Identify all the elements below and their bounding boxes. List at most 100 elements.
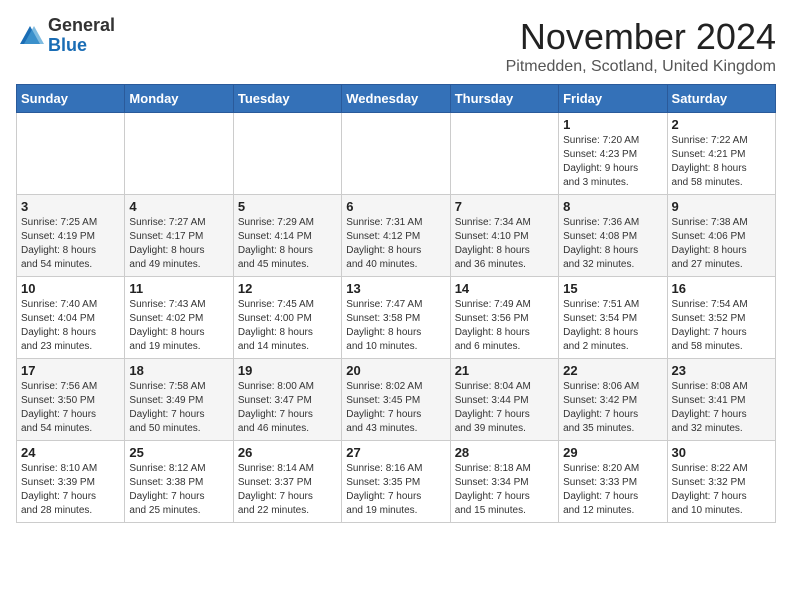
- day-number: 16: [672, 281, 771, 296]
- day-cell: 30 Sunrise: 8:22 AM Sunset: 3:32 PM Dayli…: [667, 441, 775, 523]
- week-row-3: 10Sunrise: 7:40 AM Sunset: 4:04 PM Dayli…: [17, 277, 776, 359]
- day-number: 8: [563, 199, 662, 214]
- day-number: 9: [672, 199, 771, 214]
- day-cell: 3Sunrise: 7:25 AM Sunset: 4:19 PM Daylig…: [17, 195, 125, 277]
- day-cell: 17 Sunrise: 7:56 AM Sunset: 3:50 PM Dayli…: [17, 359, 125, 441]
- header: General Blue November 2024 Pitmedden, Sc…: [16, 16, 776, 76]
- day-detail: Sunrise: 8:06 AM Sunset: 3:42 PM Dayligh…: [563, 380, 662, 436]
- day-cell: 6Sunrise: 7:31 AM Sunset: 4:12 PM Daylig…: [342, 195, 450, 277]
- day-number: 21: [455, 363, 554, 378]
- day-cell: 16 Sunrise: 7:54 AM Sunset: 3:52 PM Dayli…: [667, 277, 775, 359]
- day-number: 28: [455, 445, 554, 460]
- day-detail: Sunrise: 7:20 AM Sunset: 4:23 PM Dayligh…: [563, 134, 662, 190]
- logo-icon: [16, 22, 44, 50]
- day-detail: Sunrise: 7:56 AM Sunset: 3:50 PM Dayligh…: [21, 380, 120, 436]
- day-cell: 26Sunrise: 8:14 AM Sunset: 3:37 PM Dayli…: [233, 441, 341, 523]
- day-detail: Sunrise: 7:34 AM Sunset: 4:10 PM Dayligh…: [455, 216, 554, 272]
- header-cell-tuesday: Tuesday: [233, 85, 341, 113]
- day-number: 18: [129, 363, 228, 378]
- day-detail: Sunrise: 7:36 AM Sunset: 4:08 PM Dayligh…: [563, 216, 662, 272]
- day-number: 22: [563, 363, 662, 378]
- day-cell: 24 Sunrise: 8:10 AM Sunset: 3:39 PM Dayli…: [17, 441, 125, 523]
- day-number: 29: [563, 445, 662, 460]
- week-row-4: 17 Sunrise: 7:56 AM Sunset: 3:50 PM Dayli…: [17, 359, 776, 441]
- week-row-2: 3Sunrise: 7:25 AM Sunset: 4:19 PM Daylig…: [17, 195, 776, 277]
- day-cell: 18 Sunrise: 7:58 AM Sunset: 3:49 PM Dayli…: [125, 359, 233, 441]
- day-cell: 2 Sunrise: 7:22 AM Sunset: 4:21 PM Daylig…: [667, 113, 775, 195]
- day-detail: Sunrise: 8:12 AM Sunset: 3:38 PM Dayligh…: [129, 462, 228, 518]
- day-number: 14: [455, 281, 554, 296]
- day-cell: 10Sunrise: 7:40 AM Sunset: 4:04 PM Dayli…: [17, 277, 125, 359]
- day-detail: Sunrise: 7:27 AM Sunset: 4:17 PM Dayligh…: [129, 216, 228, 272]
- day-cell: 5Sunrise: 7:29 AM Sunset: 4:14 PM Daylig…: [233, 195, 341, 277]
- day-detail: Sunrise: 7:43 AM Sunset: 4:02 PM Dayligh…: [129, 298, 228, 354]
- day-cell: 27Sunrise: 8:16 AM Sunset: 3:35 PM Dayli…: [342, 441, 450, 523]
- day-cell: 13 Sunrise: 7:47 AM Sunset: 3:58 PM Dayli…: [342, 277, 450, 359]
- day-number: 5: [238, 199, 337, 214]
- day-cell: 4 Sunrise: 7:27 AM Sunset: 4:17 PM Daylig…: [125, 195, 233, 277]
- location: Pitmedden, Scotland, United Kingdom: [506, 58, 776, 76]
- header-row: SundayMondayTuesdayWednesdayThursdayFrid…: [17, 85, 776, 113]
- month-title: November 2024: [506, 16, 776, 58]
- logo-blue-text: Blue: [48, 35, 87, 55]
- day-number: 26: [238, 445, 337, 460]
- day-detail: Sunrise: 7:38 AM Sunset: 4:06 PM Dayligh…: [672, 216, 771, 272]
- day-detail: Sunrise: 8:04 AM Sunset: 3:44 PM Dayligh…: [455, 380, 554, 436]
- day-cell: 8 Sunrise: 7:36 AM Sunset: 4:08 PM Daylig…: [559, 195, 667, 277]
- day-number: 27: [346, 445, 445, 460]
- day-detail: Sunrise: 7:54 AM Sunset: 3:52 PM Dayligh…: [672, 298, 771, 354]
- day-number: 4: [129, 199, 228, 214]
- day-cell: 22 Sunrise: 8:06 AM Sunset: 3:42 PM Dayli…: [559, 359, 667, 441]
- day-number: 2: [672, 117, 771, 132]
- day-number: 24: [21, 445, 120, 460]
- day-detail: Sunrise: 8:10 AM Sunset: 3:39 PM Dayligh…: [21, 462, 120, 518]
- day-number: 11: [129, 281, 228, 296]
- day-detail: Sunrise: 7:49 AM Sunset: 3:56 PM Dayligh…: [455, 298, 554, 354]
- day-cell: 19 Sunrise: 8:00 AM Sunset: 3:47 PM Dayli…: [233, 359, 341, 441]
- day-detail: Sunrise: 7:45 AM Sunset: 4:00 PM Dayligh…: [238, 298, 337, 354]
- header-cell-sunday: Sunday: [17, 85, 125, 113]
- day-cell: 20Sunrise: 8:02 AM Sunset: 3:45 PM Dayli…: [342, 359, 450, 441]
- day-detail: Sunrise: 8:18 AM Sunset: 3:34 PM Dayligh…: [455, 462, 554, 518]
- day-cell: 28 Sunrise: 8:18 AM Sunset: 3:34 PM Dayli…: [450, 441, 558, 523]
- header-cell-thursday: Thursday: [450, 85, 558, 113]
- day-detail: Sunrise: 7:51 AM Sunset: 3:54 PM Dayligh…: [563, 298, 662, 354]
- day-number: 19: [238, 363, 337, 378]
- header-cell-wednesday: Wednesday: [342, 85, 450, 113]
- day-number: 7: [455, 199, 554, 214]
- header-cell-monday: Monday: [125, 85, 233, 113]
- day-cell: [125, 113, 233, 195]
- day-detail: Sunrise: 8:08 AM Sunset: 3:41 PM Dayligh…: [672, 380, 771, 436]
- title-area: November 2024 Pitmedden, Scotland, Unite…: [506, 16, 776, 76]
- day-detail: Sunrise: 7:58 AM Sunset: 3:49 PM Dayligh…: [129, 380, 228, 436]
- day-number: 23: [672, 363, 771, 378]
- day-number: 25: [129, 445, 228, 460]
- day-cell: [17, 113, 125, 195]
- day-detail: Sunrise: 7:22 AM Sunset: 4:21 PM Dayligh…: [672, 134, 771, 190]
- day-detail: Sunrise: 7:25 AM Sunset: 4:19 PM Dayligh…: [21, 216, 120, 272]
- day-detail: Sunrise: 8:22 AM Sunset: 3:32 PM Dayligh…: [672, 462, 771, 518]
- week-row-1: 1 Sunrise: 7:20 AM Sunset: 4:23 PM Daylig…: [17, 113, 776, 195]
- header-cell-saturday: Saturday: [667, 85, 775, 113]
- day-detail: Sunrise: 8:02 AM Sunset: 3:45 PM Dayligh…: [346, 380, 445, 436]
- day-cell: 29 Sunrise: 8:20 AM Sunset: 3:33 PM Dayli…: [559, 441, 667, 523]
- day-cell: 21 Sunrise: 8:04 AM Sunset: 3:44 PM Dayli…: [450, 359, 558, 441]
- day-detail: Sunrise: 8:00 AM Sunset: 3:47 PM Dayligh…: [238, 380, 337, 436]
- day-cell: 14 Sunrise: 7:49 AM Sunset: 3:56 PM Dayli…: [450, 277, 558, 359]
- logo-general-text: General: [48, 15, 115, 35]
- calendar-table: SundayMondayTuesdayWednesdayThursdayFrid…: [16, 84, 776, 523]
- day-number: 1: [563, 117, 662, 132]
- week-row-5: 24 Sunrise: 8:10 AM Sunset: 3:39 PM Dayli…: [17, 441, 776, 523]
- day-detail: Sunrise: 8:20 AM Sunset: 3:33 PM Dayligh…: [563, 462, 662, 518]
- logo: General Blue: [16, 16, 115, 56]
- day-number: 30: [672, 445, 771, 460]
- day-number: 13: [346, 281, 445, 296]
- day-cell: 25 Sunrise: 8:12 AM Sunset: 3:38 PM Dayli…: [125, 441, 233, 523]
- day-cell: 11 Sunrise: 7:43 AM Sunset: 4:02 PM Dayli…: [125, 277, 233, 359]
- day-detail: Sunrise: 7:47 AM Sunset: 3:58 PM Dayligh…: [346, 298, 445, 354]
- day-number: 10: [21, 281, 120, 296]
- day-number: 17: [21, 363, 120, 378]
- day-cell: 12Sunrise: 7:45 AM Sunset: 4:00 PM Dayli…: [233, 277, 341, 359]
- day-number: 15: [563, 281, 662, 296]
- day-cell: 9 Sunrise: 7:38 AM Sunset: 4:06 PM Daylig…: [667, 195, 775, 277]
